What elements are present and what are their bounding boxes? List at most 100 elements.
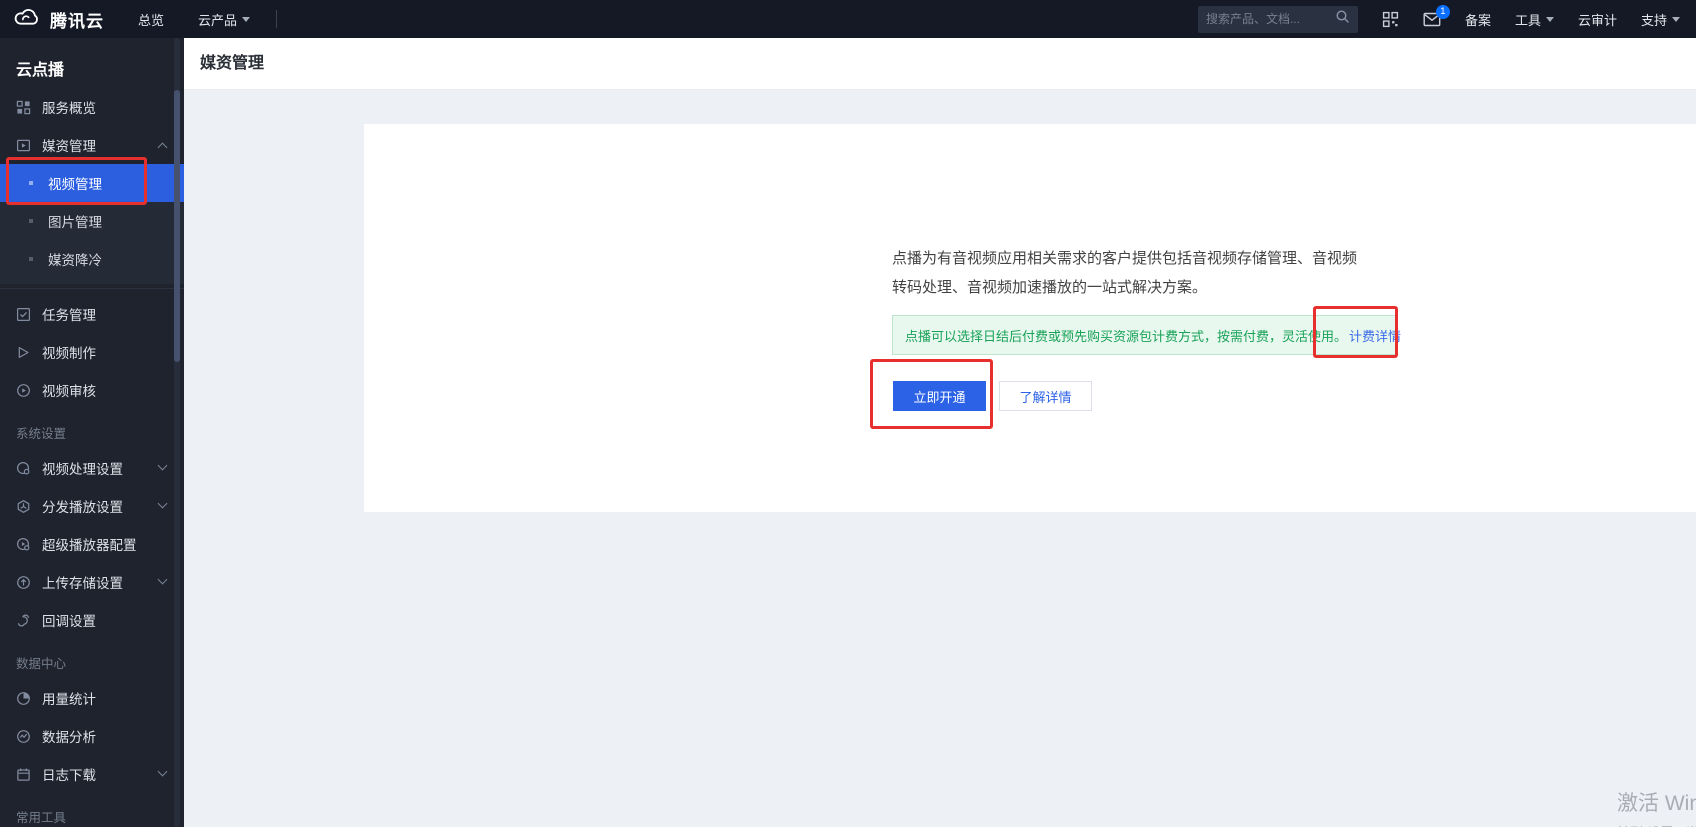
product-title: 云点播 [16,62,65,79]
sidebar-item-callback-settings[interactable]: 回调设置 [0,601,184,639]
sidebar-item-media-cooling[interactable]: 媒资降冷 [0,240,184,278]
pie-chart-icon [17,691,30,705]
sidebar-item-label: 数据分析 [42,730,96,745]
topbar: 腾讯云 总览 云产品 搜索产品、文档... 1 备案 工具 云审计 支持 [0,0,1696,38]
distribution-icon [17,499,30,513]
search-input[interactable] [1205,12,1335,26]
sidebar-item-image-mgmt[interactable]: 图片管理 [0,202,184,240]
page-title: 媒资管理 [200,55,265,72]
callback-icon [18,614,29,626]
topnav-products-label: 云产品 [198,12,238,28]
caret-down-icon [242,16,251,22]
sidebar-item-task-mgmt[interactable]: 任务管理 [0,295,184,333]
bullet-icon [29,181,33,185]
watermark-line2: 转到“设置”以激活 Windows。 [1617,822,1696,827]
topnav-tools-label: 工具 [1514,12,1541,28]
player-config-icon [16,537,30,550]
sidebar-item-distribution-settings[interactable]: 分发播放设置 [0,487,184,525]
service-intro-line2: 转码处理、音视频加速播放的一站式解决方案。 [892,279,1208,296]
caret-down-icon [1672,16,1680,22]
watermark-line1: 激活 Windows [1617,792,1696,815]
action-buttons: 立即开通 了解详情 [893,381,1092,411]
qr-code-icon[interactable] [1382,11,1399,28]
tencent-cloud-console: 腾讯云 总览 云产品 搜索产品、文档... 1 备案 工具 云审计 支持 云点播… [0,0,1696,827]
chevron-down-icon [157,574,168,585]
topnav-support[interactable]: 支持 [1641,10,1680,29]
topnav-support-label: 支持 [1640,12,1667,28]
bullet-icon [29,219,33,223]
sidebar-section-system-settings: 系统设置 [16,427,67,441]
billing-notice: 点播可以选择日结后付费或预先购买资源包计费方式，按需付费，灵活使用。 计费详情 [892,315,1401,355]
sidebar-item-label: 分发播放设置 [42,500,123,515]
activate-now-button[interactable]: 立即开通 [893,381,986,411]
bullet-icon [29,257,33,261]
process-settings-icon [16,461,30,474]
windows-activation-watermark: 激活 Windows 转到“设置”以激活 Windows。 [1617,787,1696,827]
service-intro-text: 点播为有音视频应用相关需求的客户提供包括音视频存储管理、音视频 转码处理、音视频… [892,244,1407,302]
sidebar-item-log-download[interactable]: 日志下载 [0,755,184,793]
sidebar-scrollbar-thumb[interactable] [174,90,180,362]
analysis-icon [17,729,30,743]
billing-notice-text: 点播可以选择日结后付费或预先购买资源包计费方式，按需付费，灵活使用。 [905,328,1348,344]
sidebar-item-super-player-config[interactable]: 超级播放器配置 [0,525,184,563]
sidebar-item-label: 视频审核 [42,384,96,399]
sidebar-item-label: 服务概览 [42,101,96,116]
chevron-down-icon [157,460,168,471]
sidebar-item-label: 视频制作 [42,346,96,361]
search-box[interactable] [1197,5,1358,33]
mail-badge: 1 [1435,4,1450,19]
sidebar-section-data-center: 数据中心 [16,657,67,671]
sidebar-item-usage-stats[interactable]: 用量统计 [0,679,184,717]
sidebar-item-label: 用量统计 [42,692,96,707]
sidebar-item-upload-storage-settings[interactable]: 上传存储设置 [0,563,184,601]
tencent-cloud-logo[interactable]: 腾讯云 [12,6,104,33]
sidebar-item-label: 上传存储设置 [42,576,123,591]
play-triangle-icon [18,346,29,358]
topbar-divider [276,10,278,28]
sidebar-item-label: 任务管理 [42,308,96,323]
calendar-icon [17,768,30,781]
sidebar-item-video-review[interactable]: 视频审核 [0,371,184,409]
sidebar-item-label: 图片管理 [48,215,102,230]
media-mgmt-submenu: 视频管理 图片管理 媒资降冷 [0,164,184,284]
sidebar-item-label: 媒资降冷 [48,253,102,268]
review-play-circle-icon [17,383,30,397]
topnav-products[interactable]: 云产品 [198,10,251,29]
chevron-down-icon [157,498,168,509]
sidebar-section-common-tools: 常用工具 [16,811,67,825]
sidebar-item-label: 媒资管理 [42,139,96,154]
grid-icon [16,100,31,114]
sidebar-item-video-mgmt[interactable]: 视频管理 [0,164,184,202]
sidebar-item-video-production[interactable]: 视频制作 [0,333,184,371]
sidebar-item-data-analysis[interactable]: 数据分析 [0,717,184,755]
task-check-icon [16,307,31,321]
sidebar-item-label: 视频管理 [48,177,102,192]
upload-icon [17,575,30,589]
sidebar-item-label: 超级播放器配置 [42,538,137,553]
topnav-tools[interactable]: 工具 [1515,10,1554,29]
billing-details-link[interactable]: 计费详情 [1349,326,1401,345]
topnav-overview[interactable]: 总览 [138,10,164,29]
sidebar-item-overview[interactable]: 服务概览 [0,88,184,126]
sidebar-item-label: 日志下载 [42,768,96,783]
topnav-beian[interactable]: 备案 [1465,10,1491,29]
logo-text: 腾讯云 [50,11,104,31]
sidebar-item-label: 回调设置 [42,614,96,629]
sidebar-item-label: 视频处理设置 [42,462,123,477]
sidebar-divider [0,288,184,289]
search-icon[interactable] [1335,9,1350,29]
service-intro-line1: 点播为有音视频应用相关需求的客户提供包括音视频存储管理、音视频 [892,250,1358,267]
page-header: 媒资管理 [184,38,1696,90]
chevron-up-icon [157,142,168,153]
video-library-icon [16,139,31,151]
cloud-logo-icon [12,6,42,33]
sidebar: 云点播 服务概览 媒资管理 视频管理 图片管理 媒资降冷 任务管理 视频制作 视… [0,38,184,827]
mail-icon[interactable]: 1 [1423,4,1450,27]
activation-card: 点播为有音视频应用相关需求的客户提供包括音视频存储管理、音视频 转码处理、音视频… [364,124,1696,512]
learn-more-button[interactable]: 了解详情 [999,381,1092,411]
caret-down-icon [1545,16,1554,22]
topnav-cloud-audit[interactable]: 云审计 [1578,10,1617,29]
sidebar-item-video-process-settings[interactable]: 视频处理设置 [0,449,184,487]
chevron-down-icon [157,766,168,777]
sidebar-item-media-mgmt[interactable]: 媒资管理 [0,126,184,164]
